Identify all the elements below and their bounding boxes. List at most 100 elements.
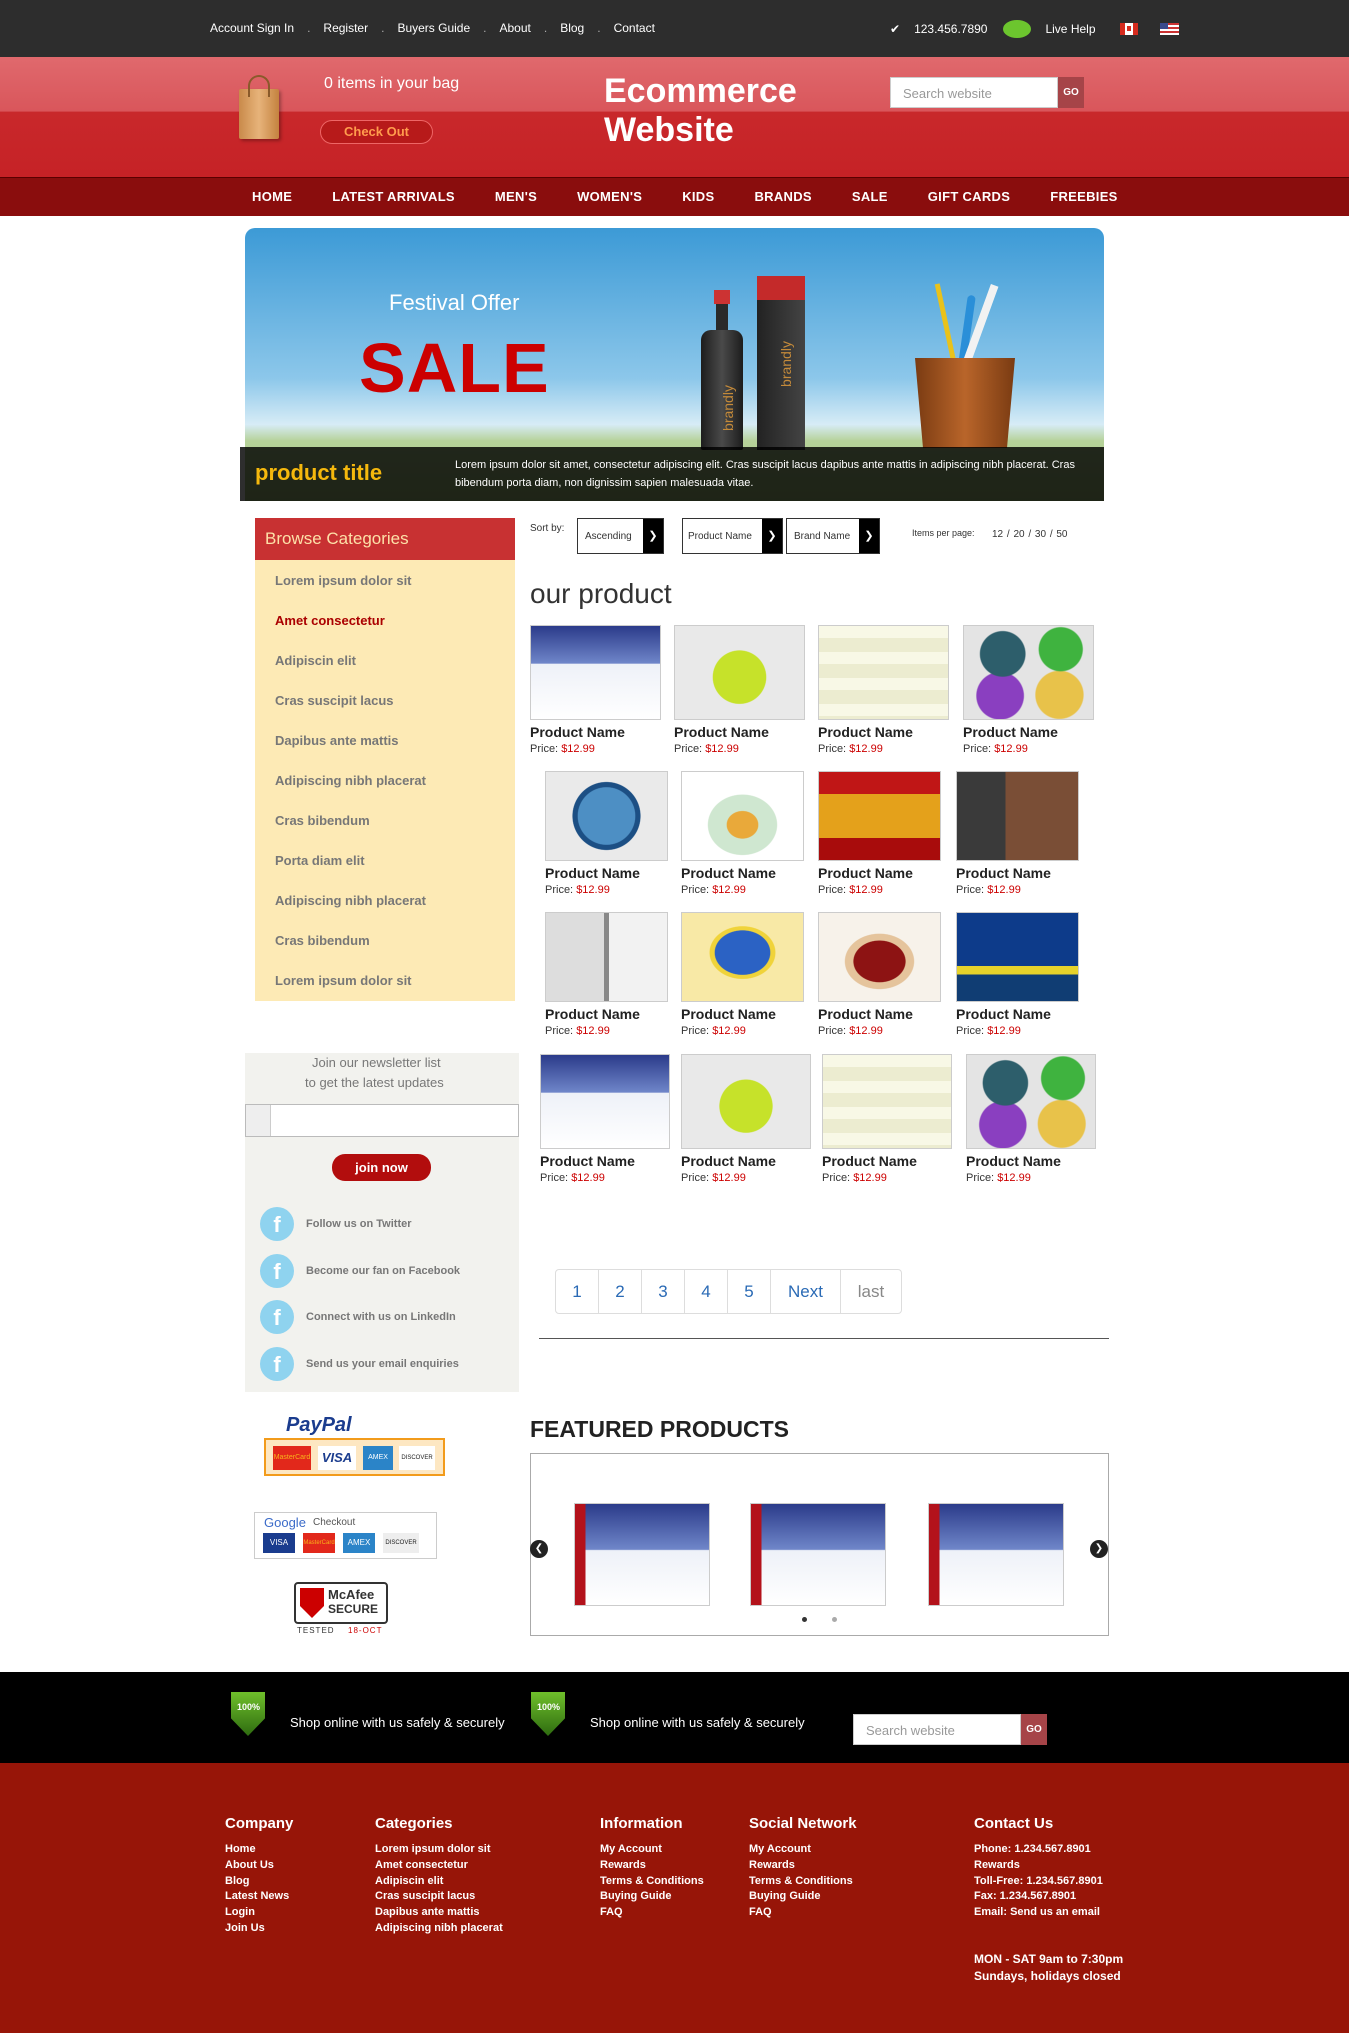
featured-product-image[interactable] [928,1503,1064,1606]
product-image[interactable] [681,912,804,1002]
category-item[interactable]: Cras bibendum [275,813,370,828]
category-item[interactable]: Lorem ipsum dolor sit [275,973,412,988]
footer-link[interactable]: FAQ [749,1905,857,1921]
live-help-link[interactable]: Live Help [1045,22,1095,36]
facebook-fan-link[interactable]: f Become our fan on Facebook [260,1254,460,1288]
footer-link[interactable]: Dapibus ante mattis [375,1905,503,1921]
footer-link[interactable]: Latest News [225,1889,293,1905]
footer-search-input[interactable]: Search website [853,1714,1021,1745]
usa-flag-icon[interactable] [1159,23,1179,35]
footer-search-go-button[interactable]: GO [1021,1714,1047,1745]
nav-sale[interactable]: SALE [852,189,888,204]
featured-product-image[interactable] [750,1503,886,1606]
product-image[interactable] [963,625,1094,720]
checkout-button[interactable]: Check Out [320,120,433,144]
footer-link[interactable]: Join Us [225,1921,293,1937]
product-name-link[interactable]: Product Name [545,865,640,881]
shopping-bag-icon[interactable] [236,73,282,139]
product-name-link[interactable]: Product Name [818,724,913,740]
canada-flag-icon[interactable] [1119,23,1138,35]
footer-link[interactable]: Cras suscipit lacus [375,1889,503,1905]
product-image[interactable] [822,1054,952,1149]
product-image[interactable] [818,625,949,720]
category-item[interactable]: Lorem ipsum dolor sit [275,573,412,588]
header-search-input[interactable]: Search website [890,77,1058,108]
product-name-link[interactable]: Product Name [822,1153,917,1169]
category-item[interactable]: Cras bibendum [275,933,370,948]
carousel-dot-active[interactable] [802,1617,807,1622]
category-item[interactable]: Adipiscin elit [275,653,356,668]
page-4-link[interactable]: 4 [685,1270,728,1313]
category-item[interactable]: Cras suscipit lacus [275,693,394,708]
nav-freebies[interactable]: FREEBIES [1050,189,1117,204]
follow-twitter-link[interactable]: f Follow us on Twitter [260,1207,412,1241]
product-name-link[interactable]: Product Name [681,865,776,881]
product-image[interactable] [545,912,668,1002]
product-image[interactable] [818,912,941,1002]
product-name-link[interactable]: Product Name [966,1153,1061,1169]
product-image[interactable] [545,771,668,861]
blog-link[interactable]: Blog [560,21,584,35]
footer-link[interactable]: About Us [225,1858,293,1874]
product-image[interactable] [681,771,804,861]
nav-home[interactable]: HOME [252,189,292,204]
page-5-link[interactable]: 5 [728,1270,771,1313]
category-item-active[interactable]: Amet consectetur [275,613,385,628]
nav-mens[interactable]: MEN'S [495,189,537,204]
featured-product-image[interactable] [574,1503,710,1606]
product-name-link[interactable]: Product Name [545,1006,640,1022]
carousel-next-button[interactable]: ❯ [1090,1540,1108,1558]
product-image[interactable] [956,771,1079,861]
footer-link[interactable]: My Account [749,1842,857,1858]
next-page-link[interactable]: Next [771,1270,841,1313]
nav-latest-arrivals[interactable]: LATEST ARRIVALS [332,189,455,204]
footer-contact-line[interactable]: Email: Send us an email [974,1905,1123,1921]
footer-link[interactable]: Lorem ipsum dolor sit [375,1842,503,1858]
sort-product-name-select[interactable]: Product Name ❯ [682,518,783,554]
about-link[interactable]: About [499,21,530,35]
page-3-link[interactable]: 3 [642,1270,685,1313]
product-image[interactable] [540,1054,670,1149]
product-name-link[interactable]: Product Name [818,865,913,881]
product-image[interactable] [818,771,941,861]
product-name-link[interactable]: Product Name [956,1006,1051,1022]
product-name-link[interactable]: Product Name [956,865,1051,881]
footer-link[interactable]: Rewards [600,1858,704,1874]
product-name-link[interactable]: Product Name [681,1006,776,1022]
product-name-link[interactable]: Product Name [530,724,625,740]
product-name-link[interactable]: Product Name [540,1153,635,1169]
footer-link[interactable]: Adipiscing nibh placerat [375,1921,503,1937]
chat-bubble-icon[interactable] [1003,20,1032,38]
join-now-button[interactable]: join now [332,1154,431,1181]
footer-link[interactable]: My Account [600,1842,704,1858]
last-page-link[interactable]: last [841,1270,901,1313]
footer-link[interactable]: Terms & Conditions [600,1874,704,1890]
footer-link[interactable]: Blog [225,1874,293,1890]
product-image[interactable] [674,625,805,720]
nav-brands[interactable]: BRANDS [754,189,811,204]
product-image[interactable] [681,1054,811,1149]
footer-link[interactable]: Buying Guide [749,1889,857,1905]
footer-link[interactable]: Terms & Conditions [749,1874,857,1890]
category-item[interactable]: Dapibus ante mattis [275,733,399,748]
product-image[interactable] [966,1054,1096,1149]
category-item[interactable]: Adipiscing nibh placerat [275,893,426,908]
nav-gift-cards[interactable]: GIFT CARDS [928,189,1010,204]
footer-link[interactable]: Buying Guide [600,1889,704,1905]
footer-link[interactable]: Adipiscin elit [375,1874,503,1890]
product-name-link[interactable]: Product Name [674,724,769,740]
product-image[interactable] [956,912,1079,1002]
page-2-link[interactable]: 2 [599,1270,642,1313]
register-link[interactable]: Register [323,21,368,35]
product-name-link[interactable]: Product Name [681,1153,776,1169]
footer-link[interactable]: Rewards [749,1858,857,1874]
page-1-link[interactable]: 1 [556,1270,599,1313]
items-per-page-options[interactable]: 12 / 20 / 30 / 50 [992,529,1068,540]
product-image[interactable] [530,625,661,720]
product-name-link[interactable]: Product Name [818,1006,913,1022]
carousel-dot[interactable] [832,1617,837,1622]
nav-womens[interactable]: WOMEN'S [577,189,642,204]
product-name-link[interactable]: Product Name [963,724,1058,740]
footer-link[interactable]: Home [225,1842,293,1858]
linkedin-link[interactable]: f Connect with us on LinkedIn [260,1300,456,1334]
